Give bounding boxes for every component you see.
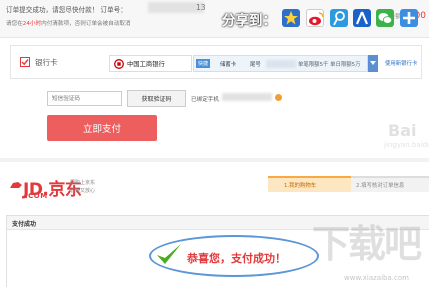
timeout-notice: 请您在24小时内付清款项，否则订单会被自动取消	[6, 19, 131, 27]
card-select[interactable]: 快捷 储蓄卡 尾号 单笔限额5千 单日限额5万	[193, 55, 368, 72]
tencent-weibo-icon[interactable]	[330, 9, 348, 27]
checkout-steps: 1.我的购物车 2.填写核对订单信息	[268, 176, 429, 192]
share-label: 分享到：	[222, 13, 276, 29]
payment-method-label: 银行卡	[35, 58, 58, 67]
phone-number-redacted	[222, 93, 272, 101]
slogan-line-1: 网购上京东	[70, 180, 96, 186]
renren-icon[interactable]	[353, 9, 371, 27]
get-code-button[interactable]: 获取验证码	[127, 90, 186, 107]
timeout-value: 24小时	[22, 21, 42, 27]
share-bar: 分享到：	[212, 5, 429, 35]
timeout-suffix: 内付清款项，否则订单会被自动取消	[41, 21, 131, 27]
bound-phone-label: 已绑定手机	[191, 97, 219, 103]
section-divider	[0, 158, 429, 162]
timeout-prefix: 请您在	[6, 21, 23, 27]
success-title: 支付成功	[12, 221, 37, 228]
step-cart: 1.我的购物车	[268, 176, 351, 192]
bank-name: 中国工商银行	[127, 61, 165, 68]
step-confirm-order: 2.填写核对订单信息	[351, 176, 429, 192]
success-message: 恭喜您，支付成功！	[187, 252, 286, 265]
info-icon	[275, 94, 282, 101]
xiazaiba-watermark: 下载吧	[312, 222, 422, 266]
chevron-down-icon[interactable]	[368, 55, 378, 72]
jd-slogan: 网购上京东 省钱又放心	[70, 179, 95, 195]
weibo-icon[interactable]	[306, 9, 324, 27]
sms-code-input[interactable]	[47, 91, 122, 106]
bank-card-checkbox[interactable]	[20, 57, 30, 67]
order-submitted-text: 订单提交成功，请您尽快付款！ 订单号：	[6, 6, 127, 14]
card-tail-label: 尾号	[250, 62, 261, 68]
use-new-card-link[interactable]: 使用新银行卡	[385, 59, 417, 67]
slogan-line-2: 省钱又放心	[70, 188, 96, 194]
jd-logo-sub: .COM	[25, 192, 48, 200]
checkmark-icon	[157, 244, 181, 264]
card-type: 储蓄卡	[220, 62, 237, 68]
wechat-icon[interactable]	[376, 9, 394, 27]
icbc-logo-icon	[114, 59, 124, 69]
xiazaiba-watermark-url: www.xiazaiba.com	[344, 274, 409, 282]
baidu-watermark: Bai	[388, 121, 417, 140]
quick-pay-badge: 快捷	[196, 59, 211, 68]
payment-method-box: 银行卡 中国工商银行 快捷 储蓄卡 尾号 单笔限额5千 单日限额5万 使用新银行…	[10, 45, 422, 79]
more-share-icon[interactable]	[400, 9, 418, 27]
baidu-watermark-sub: jingyan.baidu	[384, 141, 429, 149]
card-limit: 单笔限额5千 单日限额5万	[298, 62, 361, 68]
bank-selector[interactable]: 中国工商银行	[109, 55, 192, 72]
qzone-icon[interactable]	[282, 9, 300, 27]
card-number-redacted	[266, 60, 296, 68]
order-number-tail: 13	[196, 3, 206, 12]
pay-now-button[interactable]: 立即支付	[47, 115, 157, 141]
